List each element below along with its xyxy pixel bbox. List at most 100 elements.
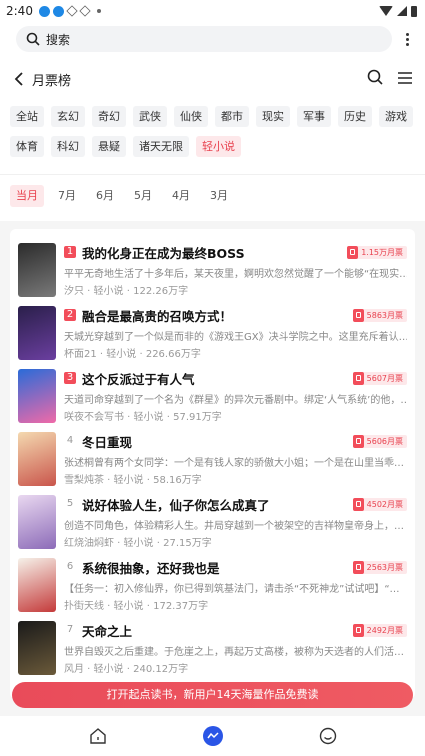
meta-separator: ·	[84, 286, 94, 297]
category-chip[interactable]: 全站	[10, 106, 44, 127]
search-row: 搜索	[0, 22, 425, 56]
month-tab[interactable]: 4月	[166, 185, 196, 207]
category-chip[interactable]: 都市	[215, 106, 249, 127]
ticket-badge: 5606月票	[352, 434, 407, 448]
app-notification-icon	[66, 5, 78, 17]
book-cover[interactable]	[18, 621, 56, 675]
bottom-tab-bar	[0, 716, 425, 756]
ticket-icon	[347, 245, 359, 259]
search-input[interactable]: 搜索	[16, 26, 392, 52]
month-tab[interactable]: 6月	[90, 185, 120, 207]
ticket-count: 1.15万月票	[361, 247, 403, 257]
book-meta: 扑街天线 · 轻小说 · 172.37万字	[64, 597, 407, 612]
category-chip[interactable]: 仙侠	[174, 106, 208, 127]
month-filter: 当月 7月 6月 5月 4月 3月	[0, 174, 425, 221]
ticket-icon	[352, 560, 364, 574]
meta-separator: ·	[163, 412, 174, 423]
book-item[interactable]: 3 这个反派过于有人气 5607月票 天道司命穿越到了一个名为《群星》的异次元番剧中。…	[18, 369, 407, 432]
book-title: 我的化身正在成为最终BOSS	[82, 245, 245, 261]
tab-discover[interactable]	[201, 724, 225, 748]
book-cover[interactable]	[18, 558, 56, 612]
home-icon	[89, 728, 106, 744]
book-item[interactable]: 7 天命之上 2492月票 世界自毁灭之后重建。于危崖之上，再起万丈高楼，被称为天选者…	[18, 621, 407, 684]
book-description: 平平无奇地生活了十多年后，某天夜里，婀明欢忽然觉醒了一个能够“在现实…	[64, 269, 407, 278]
open-app-button[interactable]: 打开起点读书，新用户14天海量作品免费读	[12, 682, 413, 708]
book-description: 创造不同角色，体验精彩人生。井局穿越到一个被架空的吉祥物皇帝身上，…	[64, 521, 404, 530]
book-meta: 红烧油焖虾 · 轻小说 · 27.15万字	[64, 534, 407, 549]
book-word-count: 58.16万字	[153, 475, 202, 486]
book-title-row: 1 我的化身正在成为最终BOSS 1.15万月票	[64, 243, 407, 261]
category-chip[interactable]: 奇幻	[92, 106, 126, 127]
month-tab[interactable]: 当月	[10, 185, 44, 207]
notification-icon	[52, 5, 64, 17]
back-icon[interactable]	[14, 72, 24, 86]
meta-separator: ·	[104, 601, 114, 612]
ticket-icon	[352, 623, 364, 637]
book-item[interactable]: 5 说好体验人生，仙子你怎么成真了 4502月票 创造不同角色，体验精彩人生。井局穿越…	[18, 495, 407, 558]
book-word-count: 57.91万字	[173, 412, 222, 423]
book-author: 扑街天线	[64, 601, 104, 612]
tab-profile[interactable]	[316, 724, 340, 748]
book-meta: 雪梨炖茶 · 轻小说 · 58.16万字	[64, 471, 407, 486]
book-title-row: 3 这个反派过于有人气 5607月票	[64, 369, 407, 387]
book-cover[interactable]	[18, 432, 56, 486]
category-chip[interactable]: 历史	[338, 106, 372, 127]
book-category: 轻小说	[106, 349, 137, 360]
book-author: 雪梨炖茶	[64, 475, 104, 486]
ticket-badge: 4502月票	[352, 497, 407, 511]
book-category: 轻小说	[93, 664, 124, 675]
search-placeholder: 搜索	[46, 32, 71, 47]
ticket-badge: 2563月票	[352, 560, 407, 574]
category-chip[interactable]: 玄幻	[51, 106, 85, 127]
book-cover[interactable]	[18, 369, 56, 423]
book-item[interactable]: 1 我的化身正在成为最终BOSS 1.15万月票 平平无奇地生活了十多年后，某天夜里，…	[18, 243, 407, 306]
book-cover[interactable]	[18, 243, 56, 297]
ticket-badge: 1.15万月票	[347, 245, 407, 259]
book-info: 7 天命之上 2492月票 世界自毁灭之后重建。于危崖之上，再起万丈高楼，被称为天选者…	[64, 621, 407, 684]
search-icon	[26, 32, 40, 46]
category-chip[interactable]: 悬疑	[92, 136, 126, 157]
signal-icon	[397, 6, 407, 16]
book-item[interactable]: 4 冬日重现 5606月票 张述桐曾有两个女同学：一个是有钱人家的骄傲大小姐；一个是在…	[18, 432, 407, 495]
book-title-row: 2 融合是最高贵的召唤方式！ 5863月票	[64, 306, 407, 324]
meta-separator: ·	[123, 286, 134, 297]
book-word-count: 226.66万字	[145, 349, 201, 360]
book-info: 3 这个反派过于有人气 5607月票 天道司命穿越到了一个名为《群星》的异次元番剧中。…	[64, 369, 407, 432]
book-meta: 咲夜不会写书 · 轻小说 · 57.91万字	[64, 408, 407, 423]
book-info: 2 融合是最高贵的召唤方式！ 5863月票 天城光穿越到了一个似是而非的《游戏王GX》…	[64, 306, 407, 369]
menu-icon[interactable]	[397, 70, 413, 89]
more-options-icon[interactable]	[402, 29, 413, 50]
book-category: 轻小说	[113, 475, 144, 486]
month-tab[interactable]: 7月	[52, 185, 82, 207]
book-title-row: 7 天命之上 2492月票	[64, 621, 407, 639]
category-chip[interactable]: 轻小说	[196, 136, 241, 157]
category-chip[interactable]: 现实	[256, 106, 290, 127]
meta-separator: ·	[124, 412, 134, 423]
book-title: 融合是最高贵的召唤方式！	[82, 308, 233, 324]
category-chip[interactable]: 体育	[10, 136, 44, 157]
battery-icon	[411, 5, 417, 17]
book-info: 4 冬日重现 5606月票 张述桐曾有两个女同学：一个是有钱人家的骄傲大小姐；一个是在…	[64, 432, 407, 495]
category-chip[interactable]: 军事	[297, 106, 331, 127]
month-tab[interactable]: 3月	[204, 185, 234, 207]
category-chip[interactable]: 武侠	[133, 106, 167, 127]
category-row: 全站 玄幻 奇幻 武侠 仙侠 都市 现实 军事 历史 游戏	[10, 106, 417, 127]
book-item[interactable]: 2 融合是最高贵的召唤方式！ 5863月票 天城光穿越到了一个似是而非的《游戏王GX》…	[18, 306, 407, 369]
category-chip[interactable]: 游戏	[379, 106, 413, 127]
meta-separator: ·	[96, 349, 107, 360]
category-chip[interactable]: 诸天无限	[133, 136, 189, 157]
tab-home[interactable]	[86, 724, 110, 748]
book-cover[interactable]	[18, 306, 56, 360]
rank-number: 3	[64, 372, 76, 384]
ticket-count: 5863月票	[366, 310, 403, 320]
book-title: 冬日重现	[82, 434, 133, 450]
book-info: 6 系统很抽象，还好我也是 2563月票 【任务一：初入修仙界，你已得到筑基法门，请击…	[64, 558, 407, 621]
book-item[interactable]: 6 系统很抽象，还好我也是 2563月票 【任务一：初入修仙界，你已得到筑基法门，请击…	[18, 558, 407, 621]
category-chip[interactable]: 科幻	[51, 136, 85, 157]
ticket-icon	[352, 497, 364, 511]
search-icon[interactable]	[367, 69, 383, 89]
book-meta: 汐只 · 轻小说 · 122.26万字	[64, 282, 407, 297]
book-cover[interactable]	[18, 495, 56, 549]
ticket-badge: 2492月票	[352, 623, 407, 637]
month-tab[interactable]: 5月	[128, 185, 158, 207]
